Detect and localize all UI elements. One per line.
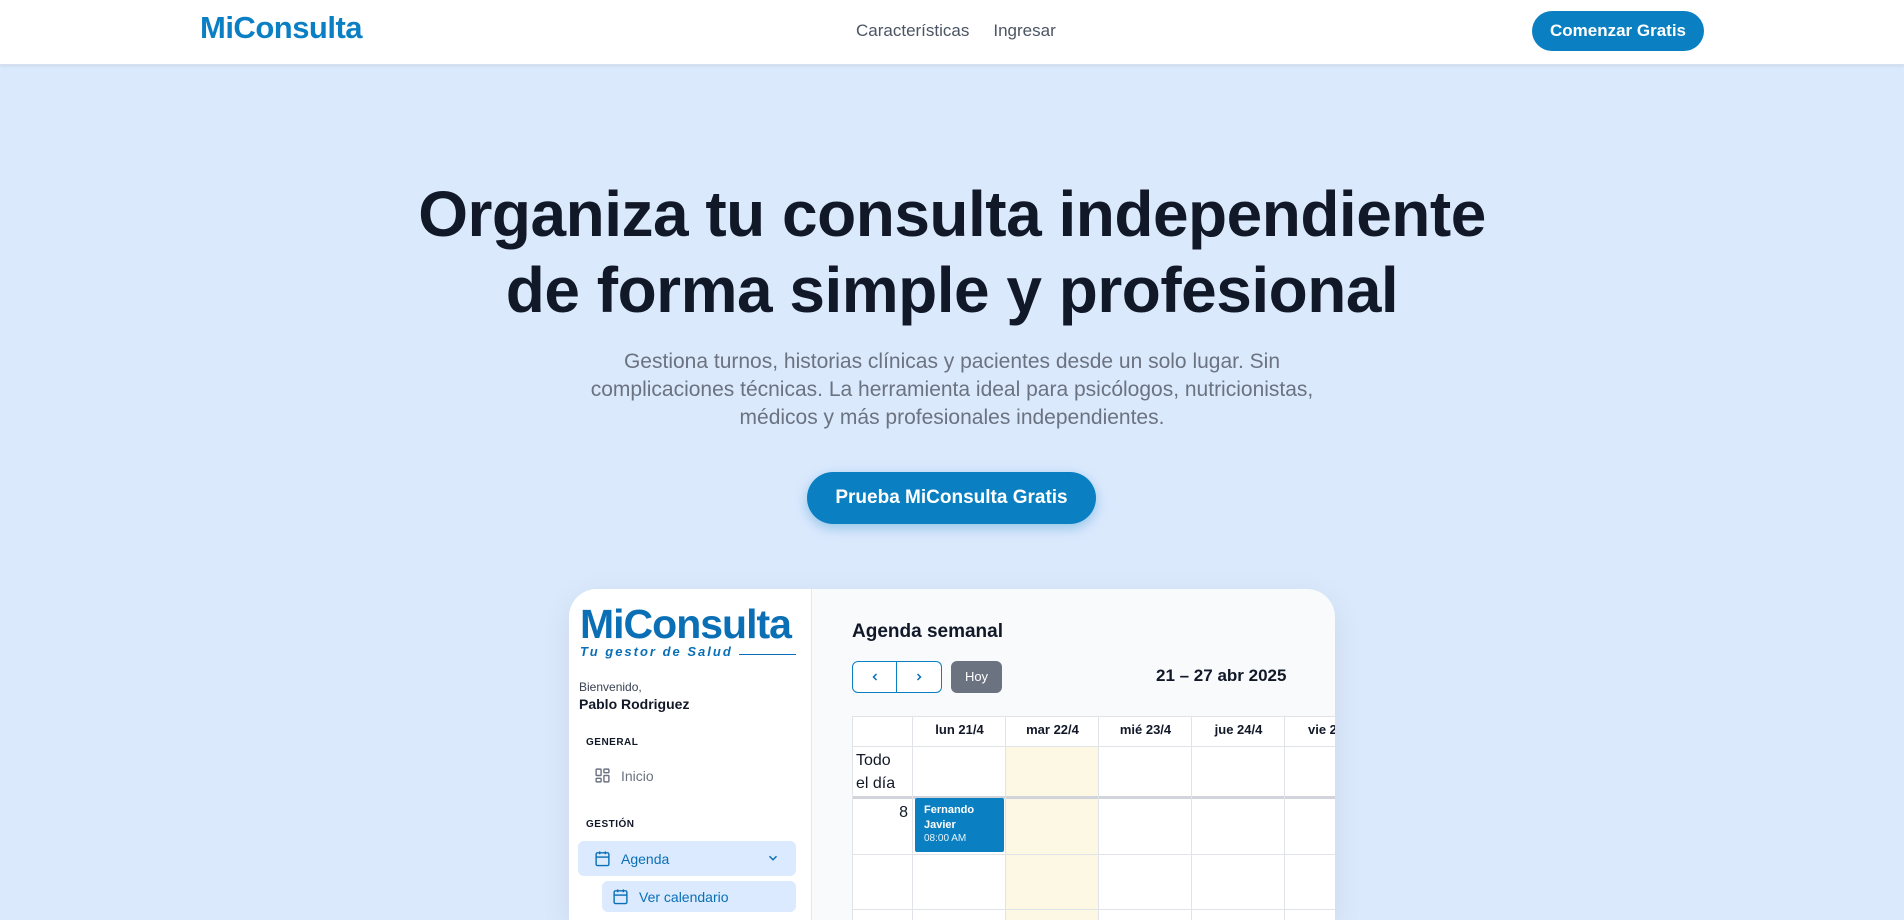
- sidebar-item-label: Ver calendario: [639, 888, 729, 905]
- hero-subtitle: Gestiona turnos, historias clínicas y pa…: [590, 350, 1314, 429]
- event-name-line-1: Fernando: [924, 804, 975, 816]
- try-free-button[interactable]: Prueba MiConsulta Gratis: [807, 472, 1096, 524]
- section-general: GENERAL: [586, 737, 639, 748]
- main-nav: Características Ingresar: [856, 21, 1056, 41]
- prev-week-button[interactable]: [852, 661, 897, 693]
- event-patient-name: Fernando Javier: [924, 803, 995, 833]
- grid-line: [1098, 716, 1099, 920]
- event-name-line-2: Javier: [924, 819, 956, 831]
- allday-label: Todo el día: [856, 749, 895, 795]
- user-name: Pablo Rodriguez: [579, 696, 690, 712]
- grid-line: [852, 746, 1335, 747]
- preview-main: Agenda semanal Hoy 21 – 27 abr 2025 lun …: [812, 589, 1335, 920]
- day-header-mie: mié 23/4: [1119, 722, 1172, 737]
- today-column: [1006, 746, 1099, 920]
- dashboard-icon: [595, 768, 610, 783]
- grid-line: [852, 854, 1335, 855]
- brand-logo[interactable]: MiConsulta: [200, 10, 363, 46]
- preview-tagline: Tu gestor de Salud: [580, 644, 733, 659]
- allday-label-line-1: Todo: [856, 752, 891, 769]
- hero-title: Organiza tu consulta independiente de fo…: [352, 176, 1552, 328]
- chevron-down-icon: [768, 855, 778, 861]
- chevron-left-icon: [871, 673, 877, 681]
- day-header-lun: lun 21/4: [935, 722, 984, 737]
- sidebar-item-ver-calendario[interactable]: Ver calendario: [602, 881, 796, 912]
- sidebar-item-label: Inicio: [621, 767, 654, 784]
- hour-label: 8: [899, 804, 908, 821]
- nav-link-caracteristicas[interactable]: Características: [856, 21, 969, 41]
- allday-label-line-2: el día: [856, 775, 896, 792]
- sidebar-item-label: Agenda: [621, 850, 670, 867]
- appointment-event[interactable]: Fernando Javier 08:00 AM: [915, 798, 1004, 852]
- day-header-mar: mar 22/4: [1026, 722, 1079, 737]
- day-header-jue: jue 24/4: [1214, 722, 1263, 737]
- hero-title-line-1: Organiza tu consulta independiente: [418, 178, 1486, 250]
- calendar-icon: [613, 889, 628, 905]
- date-range: 21 – 27 abr 2025: [1156, 666, 1287, 685]
- calendar-icon: [595, 851, 610, 867]
- today-button[interactable]: Hoy: [951, 661, 1002, 693]
- sidebar-item-agenda[interactable]: Agenda: [578, 841, 796, 876]
- hero-title-line-2: de forma simple y profesional: [505, 254, 1399, 326]
- preview-logo: MiConsulta: [580, 601, 792, 647]
- grid-line: [1284, 716, 1285, 920]
- day-header-vie: vie 25/4: [1308, 722, 1335, 737]
- grid-line: [912, 716, 913, 920]
- week-calendar: lun 21/4 mar 22/4 mié 23/4 jue 24/4 vie …: [852, 716, 1335, 920]
- section-gestion: GESTIÓN: [586, 819, 635, 830]
- grid-line: [852, 716, 1335, 717]
- grid-line: [1191, 716, 1192, 920]
- event-time: 08:00 AM: [924, 833, 967, 844]
- calendar-title: Agenda semanal: [852, 621, 1003, 642]
- preview-sidebar: MiConsulta Tu gestor de Salud Bienvenido…: [569, 589, 812, 920]
- chevron-right-icon: [916, 673, 922, 681]
- next-week-button[interactable]: [897, 661, 942, 693]
- tagline-underline: [739, 654, 796, 655]
- sidebar-item-inicio[interactable]: Inicio: [594, 767, 654, 784]
- start-free-button[interactable]: Comenzar Gratis: [1532, 11, 1704, 51]
- grid-line: [852, 909, 1335, 910]
- welcome-text: Bienvenido,: [579, 680, 642, 694]
- app-preview: MiConsulta Tu gestor de Salud Bienvenido…: [569, 589, 1335, 920]
- calendar-nav: [852, 661, 942, 693]
- nav-link-ingresar[interactable]: Ingresar: [993, 21, 1055, 41]
- grid-line: [1005, 716, 1006, 920]
- top-navbar: MiConsulta Características Ingresar Come…: [0, 0, 1904, 65]
